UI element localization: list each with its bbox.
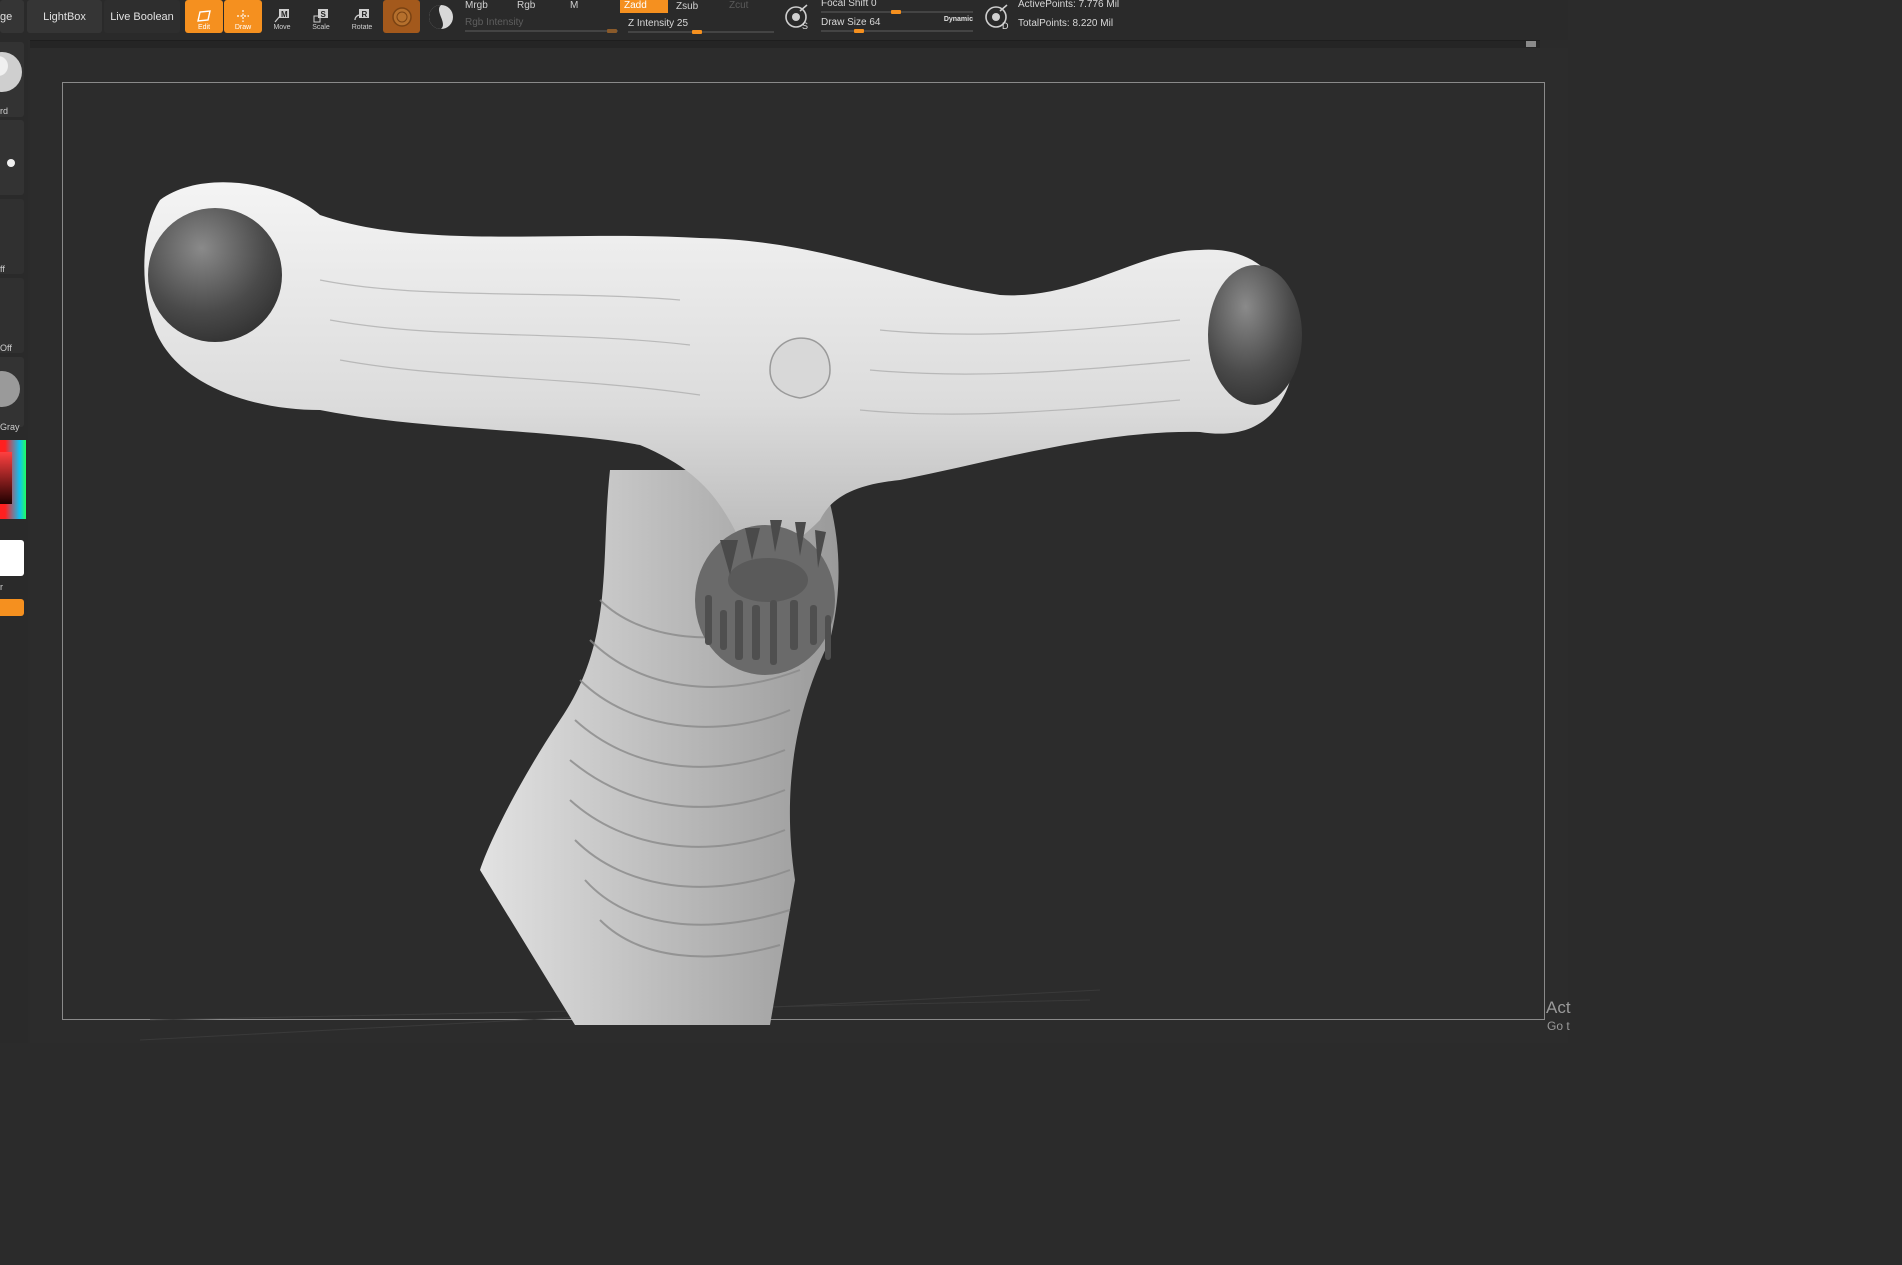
model-left-eye <box>148 208 282 342</box>
activate-windows-line2: Go t <box>1547 1019 1570 1033</box>
model-nose <box>769 337 831 399</box>
sculpt-model[interactable] <box>0 0 1568 1043</box>
model-head <box>144 182 1296 554</box>
model-tongue <box>728 558 808 602</box>
model-right-eye <box>1208 265 1302 405</box>
activate-windows-line1: Act <box>1546 998 1571 1017</box>
